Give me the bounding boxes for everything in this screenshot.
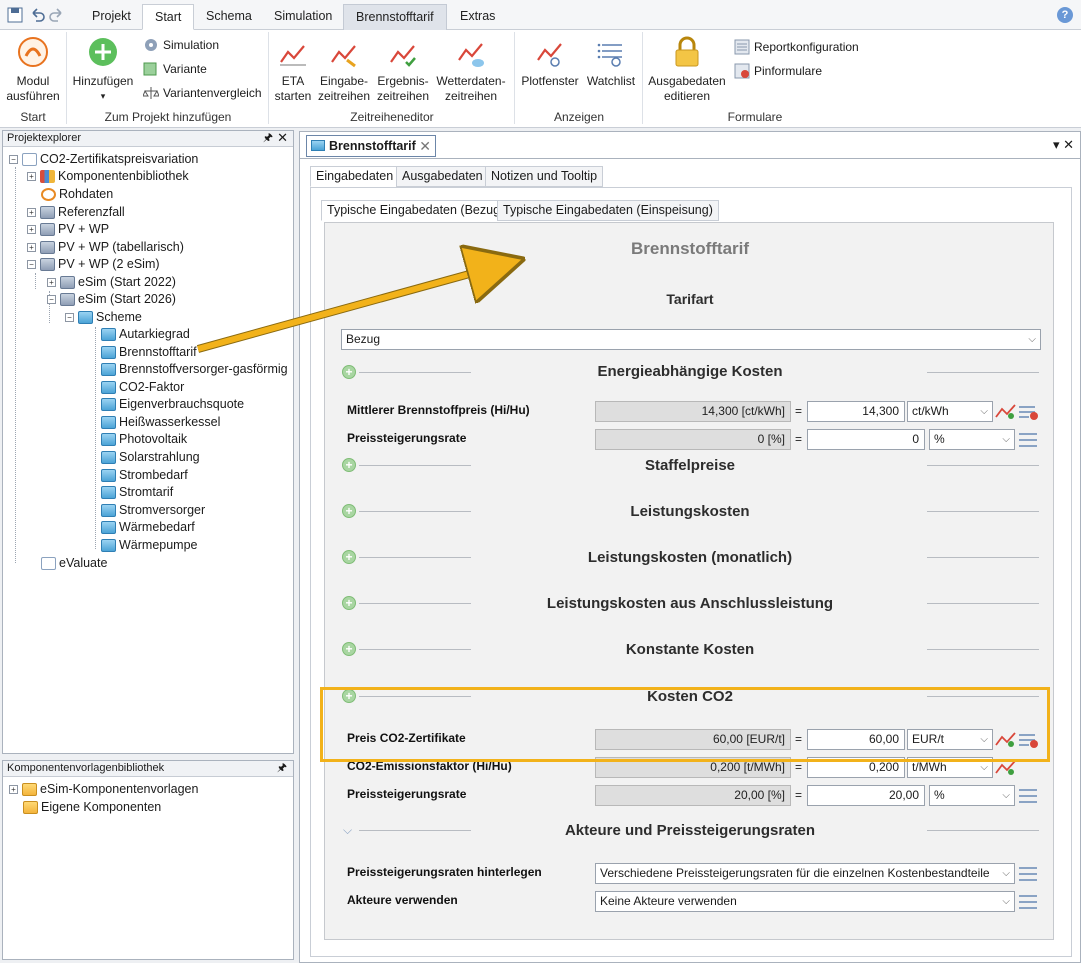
highlight-box (320, 687, 1050, 762)
annotation-arrow (196, 0, 1081, 353)
